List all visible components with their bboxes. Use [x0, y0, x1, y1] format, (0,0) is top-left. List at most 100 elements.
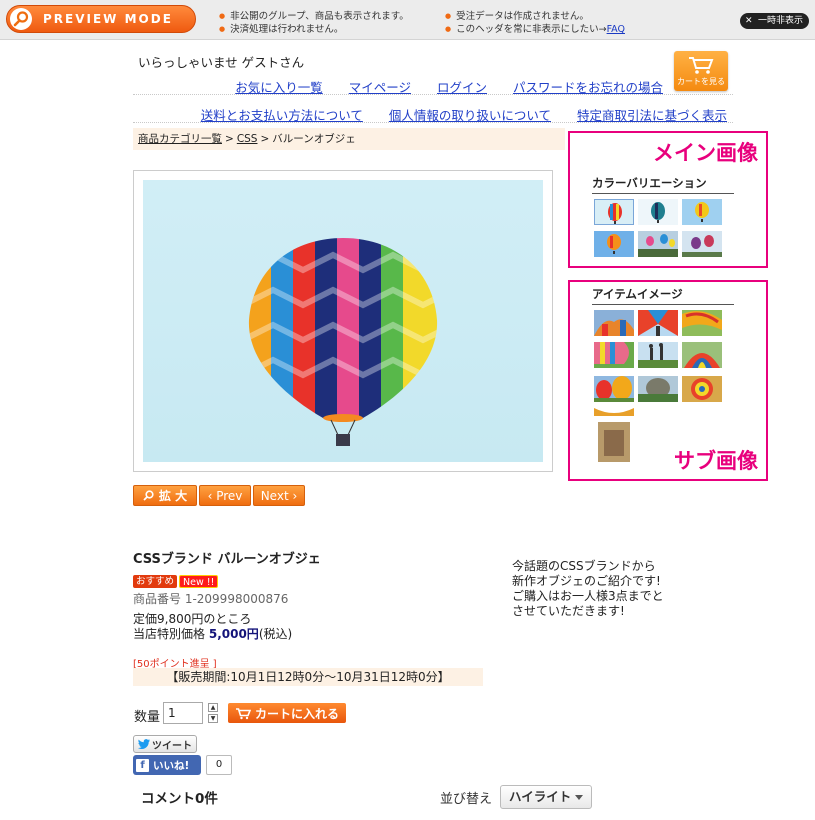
tax-note: (税込) [258, 627, 293, 641]
sort-select[interactable]: ハイライト [500, 785, 592, 809]
item-thumb-8[interactable] [638, 376, 678, 402]
prev-image-button[interactable]: ‹ Prev [199, 485, 251, 506]
color-thumb-5[interactable] [638, 231, 678, 257]
chevron-down-icon [575, 795, 583, 800]
item-thumb-5[interactable] [638, 342, 678, 368]
balloon-thumbnail [682, 310, 722, 336]
balloon-thumbnail [682, 376, 722, 402]
sub-image-annotation: サブ画像 [674, 449, 758, 473]
product-description: 今話題のCSSブランドから 新作オブジェのご紹介です! ご購入はお一人様3点まで… [512, 559, 664, 619]
balloon-thumbnail [595, 200, 633, 224]
item-image-panel: アイテムイメージ サブ画像 [568, 280, 768, 481]
nav-mypage[interactable]: マイページ [349, 80, 411, 95]
breadcrumb-current: バルーンオブジェ [272, 133, 356, 145]
next-image-button[interactable]: Next › [253, 485, 305, 506]
view-cart-label: カートを見る [677, 77, 725, 86]
preview-note: 非公開のグループ、商品も表示されます。 [219, 10, 409, 23]
color-variation-panel: メイン画像 カラーバリエーション [568, 131, 768, 268]
special-price: 5,000円 [208, 627, 259, 641]
quantity-input[interactable]: 1 [163, 702, 203, 724]
quantity-stepper: ▲ ▼ [208, 703, 218, 723]
quantity-up-icon[interactable]: ▲ [208, 703, 218, 712]
item-thumb-7[interactable] [594, 376, 634, 402]
item-thumb-9[interactable] [682, 376, 722, 402]
product-number: 商品番号 1-209998000876 [133, 592, 289, 606]
zoom-label: 拡 大 [158, 489, 188, 503]
balloon-thumbnail [594, 376, 634, 402]
color-thumb-1[interactable] [594, 199, 634, 225]
breadcrumb-separator: > [260, 133, 270, 145]
preview-notes-right: 受注データは作成されません。 このヘッダを常に非表示にしたい→FAQ [445, 10, 625, 36]
preview-mode-label: PREVIEW MODE [43, 12, 173, 26]
cart-icon [235, 707, 251, 719]
nav-shipping-payment[interactable]: 送料とお支払い方法について [201, 108, 363, 123]
balloon-thumbnail [638, 342, 678, 368]
facebook-like-button[interactable]: f いいね! [133, 755, 201, 775]
close-icon: ✕ [744, 16, 753, 26]
description-line: させていただきます! [512, 604, 625, 618]
item-thumb-10[interactable] [594, 408, 634, 466]
image-controls: 拡 大 ‹ Prev Next › [133, 485, 305, 506]
nav-forgot-password[interactable]: パスワードをお忘れの場合 [513, 80, 663, 95]
facebook-icon: f [136, 758, 149, 772]
zoom-button[interactable]: 拡 大 [133, 485, 197, 506]
hot-air-balloon-image [248, 238, 438, 446]
breadcrumb-separator: > [225, 133, 234, 145]
breadcrumb: 商品カテゴリ一覧 > CSS > バルーンオブジェ [133, 128, 565, 150]
color-thumb-3[interactable] [682, 199, 722, 225]
nav-favorites[interactable]: お気に入り一覧 [235, 80, 323, 95]
product-badges: おすすめ New !! [133, 575, 219, 588]
balloon-thumbnail [682, 231, 722, 257]
nav-login[interactable]: ログイン [437, 80, 487, 95]
breadcrumb-category[interactable]: CSS [237, 133, 258, 145]
magnifier-icon [143, 490, 154, 501]
quantity-down-icon[interactable]: ▼ [208, 714, 218, 723]
like-label: いいね! [153, 759, 190, 772]
preview-note: 決済処理は行われません。 [219, 23, 409, 36]
quantity-label: 数量 [134, 710, 161, 725]
tweet-button[interactable]: ツイート [133, 735, 197, 753]
preview-note: このヘッダを常に非表示にしたい→FAQ [445, 23, 625, 36]
divider [133, 94, 733, 95]
product-name: CSSブランド バルーンオブジェ [133, 552, 321, 567]
special-price-label: 当店特別価格 [133, 627, 206, 641]
divider [133, 122, 733, 123]
balloon-thumbnail [682, 199, 722, 225]
sort-label: 並び替え [440, 792, 493, 807]
item-thumb-3[interactable] [682, 310, 722, 336]
color-thumb-6[interactable] [682, 231, 722, 257]
sale-period: 【販売期間:10月1日12時0分〜10月31日12時0分】 [133, 668, 483, 686]
balloon-thumbnail [638, 231, 678, 257]
balloon-thumbnail [594, 310, 634, 336]
nav-commercial-law[interactable]: 特定商取引法に基づく表示 [577, 108, 727, 123]
item-thumb-6[interactable] [682, 342, 722, 368]
tweet-label: ツイート [152, 740, 192, 752]
item-thumb-4[interactable] [594, 342, 634, 368]
comments-title: コメント0件 [141, 791, 218, 807]
hide-preview-button[interactable]: ✕ 一時非表示 [739, 13, 809, 29]
nav-privacy[interactable]: 個人情報の取り扱いについて [389, 108, 551, 123]
main-image-annotation: メイン画像 [653, 141, 758, 165]
main-product-image[interactable] [143, 180, 543, 462]
magnifier-icon [10, 8, 32, 30]
new-badge: New !! [179, 575, 219, 588]
sort-value: ハイライト [509, 789, 572, 804]
color-thumb-4[interactable] [594, 231, 634, 257]
faq-link[interactable]: FAQ [607, 24, 625, 35]
item-thumb-1[interactable] [594, 310, 634, 336]
balloon-thumbnail [594, 231, 634, 257]
breadcrumb-root[interactable]: 商品カテゴリ一覧 [138, 133, 222, 145]
preview-note-text: このヘッダを常に非表示にしたい→ [456, 24, 607, 35]
view-cart-button[interactable]: カートを見る [674, 51, 728, 91]
recommend-badge: おすすめ [133, 575, 178, 588]
balloon-thumbnail [682, 342, 722, 368]
item-thumb-2[interactable] [638, 310, 678, 336]
item-image-title: アイテムイメージ [592, 286, 734, 305]
balloon-thumbnail [594, 342, 634, 368]
add-to-cart-button[interactable]: カートに入れる [228, 703, 346, 723]
color-thumb-2[interactable] [638, 199, 678, 225]
balloon-thumbnail [638, 199, 678, 225]
balloon-thumbnail [638, 376, 678, 402]
preview-notes-left: 非公開のグループ、商品も表示されます。 決済処理は行われません。 [219, 10, 409, 36]
preview-note: 受注データは作成されません。 [445, 10, 625, 23]
